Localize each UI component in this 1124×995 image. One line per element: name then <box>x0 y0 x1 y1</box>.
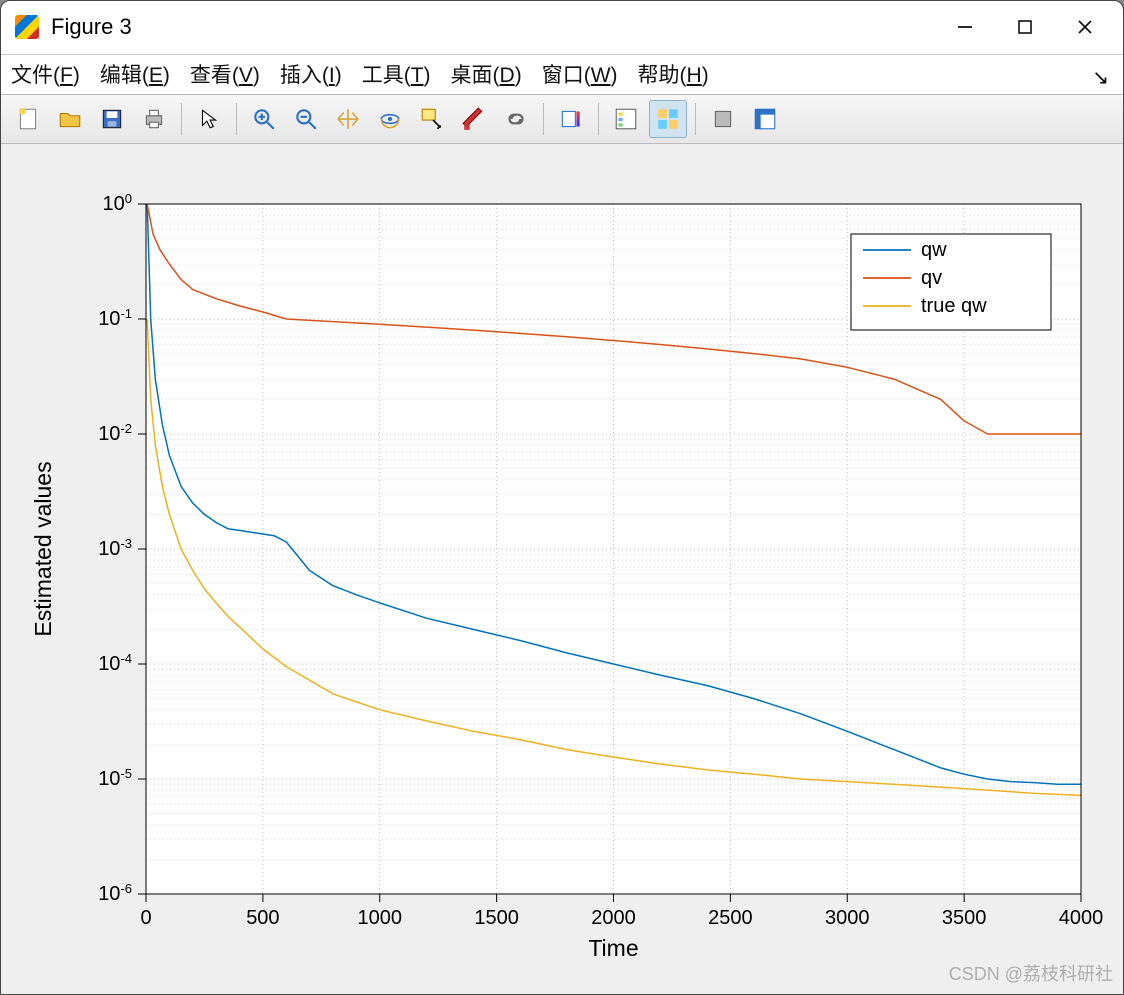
svg-text:4000: 4000 <box>1059 907 1104 929</box>
menu-window[interactable]: 窗口(W) <box>542 59 618 89</box>
svg-text:qv: qv <box>921 267 942 289</box>
data-cursor-icon[interactable] <box>413 100 451 138</box>
svg-text:10-4: 10-4 <box>98 651 132 676</box>
svg-text:100: 100 <box>103 191 132 216</box>
menu-insert[interactable]: 插入(I) <box>280 59 342 89</box>
pointer-icon[interactable] <box>190 100 228 138</box>
show-plot-tools-icon[interactable] <box>746 100 784 138</box>
svg-text:true qw: true qw <box>921 295 987 317</box>
pan-icon[interactable] <box>329 100 367 138</box>
svg-text:2500: 2500 <box>708 907 753 929</box>
menu-desktop[interactable]: 桌面(D) <box>451 59 522 89</box>
svg-text:10-2: 10-2 <box>98 421 132 446</box>
toolbar <box>1 94 1123 144</box>
zoom-out-icon[interactable] <box>287 100 325 138</box>
svg-text:1500: 1500 <box>474 907 519 929</box>
open-icon[interactable] <box>51 100 89 138</box>
zoom-in-icon[interactable] <box>245 100 283 138</box>
minimize-button[interactable] <box>935 7 995 47</box>
svg-text:qw: qw <box>921 239 947 261</box>
figure-window: Figure 3 文件(F) 编辑(E) 查看(V) 插入(I) 工具(T) 桌… <box>0 0 1124 995</box>
link-icon[interactable] <box>497 100 535 138</box>
menu-edit[interactable]: 编辑(E) <box>100 59 170 89</box>
axes[interactable]: 100 10-1 10-2 10-3 10-4 10-5 10-6 0 500 1000 1500 2… <box>1 144 1124 994</box>
menu-file[interactable]: 文件(F) <box>11 59 80 89</box>
svg-text:Time: Time <box>588 935 638 961</box>
svg-text:3000: 3000 <box>825 907 870 929</box>
save-icon[interactable] <box>93 100 131 138</box>
figure-canvas[interactable]: 100 10-1 10-2 10-3 10-4 10-5 10-6 0 500 1000 1500 2… <box>1 144 1123 994</box>
menu-bar: 文件(F) 编辑(E) 查看(V) 插入(I) 工具(T) 桌面(D) 窗口(W… <box>1 55 1123 95</box>
menu-tools[interactable]: 工具(T) <box>362 59 431 89</box>
matlab-icon <box>15 15 39 39</box>
svg-text:10-1: 10-1 <box>98 306 132 331</box>
plot-tools-icon[interactable] <box>649 100 687 138</box>
hide-tools-icon[interactable] <box>704 100 742 138</box>
svg-text:500: 500 <box>246 907 279 929</box>
svg-text:1000: 1000 <box>358 907 403 929</box>
colorbar-icon[interactable] <box>552 100 590 138</box>
brush-icon[interactable] <box>455 100 493 138</box>
print-icon[interactable] <box>135 100 173 138</box>
menu-view[interactable]: 查看(V) <box>190 59 260 89</box>
svg-text:3500: 3500 <box>942 907 987 929</box>
svg-text:Estimated values: Estimated values <box>30 461 56 636</box>
rotate-3d-icon[interactable] <box>371 100 409 138</box>
menu-help[interactable]: 帮助(H) <box>638 59 709 89</box>
title-bar[interactable]: Figure 3 <box>1 1 1123 55</box>
dock-icon[interactable]: ↘ <box>1092 65 1109 90</box>
svg-text:10-5: 10-5 <box>98 766 132 791</box>
new-figure-icon[interactable] <box>9 100 47 138</box>
maximize-button[interactable] <box>995 7 1055 47</box>
svg-text:0: 0 <box>140 907 151 929</box>
svg-text:10-3: 10-3 <box>98 536 132 561</box>
svg-text:2000: 2000 <box>591 907 636 929</box>
close-button[interactable] <box>1055 7 1115 47</box>
insert-legend-icon[interactable] <box>607 100 645 138</box>
window-title: Figure 3 <box>51 14 132 40</box>
watermark: CSDN @荔枝科研社 <box>949 960 1113 986</box>
svg-text:10-6: 10-6 <box>98 881 132 906</box>
